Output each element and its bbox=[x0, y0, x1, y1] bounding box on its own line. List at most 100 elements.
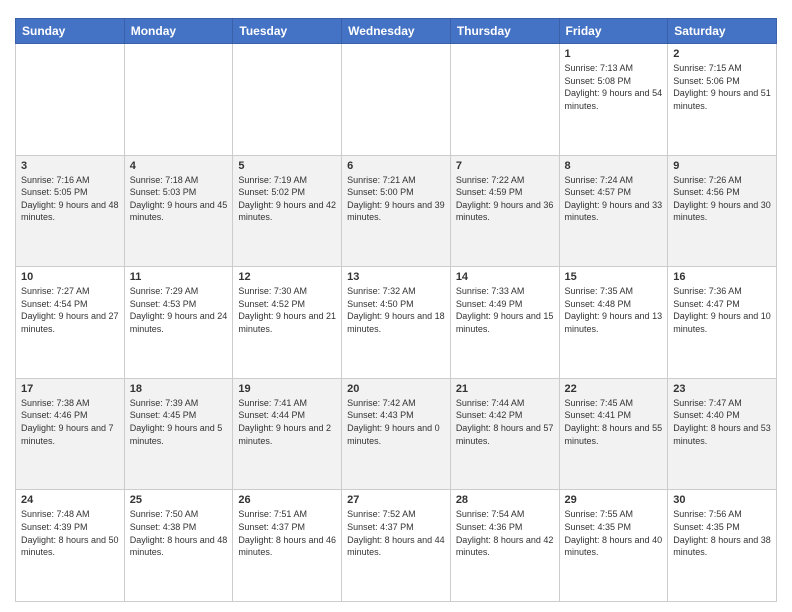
day-cell: 7 Sunrise: 7:22 AM Sunset: 4:59 PM Daylig… bbox=[450, 155, 559, 267]
day-number: 5 bbox=[238, 160, 336, 172]
day-info: Sunrise: 7:29 AM Sunset: 4:53 PM Dayligh… bbox=[130, 285, 228, 335]
day-info: Sunrise: 7:56 AM Sunset: 4:35 PM Dayligh… bbox=[673, 508, 771, 558]
day-number: 12 bbox=[238, 271, 336, 283]
day-info: Sunrise: 7:38 AM Sunset: 4:46 PM Dayligh… bbox=[21, 397, 119, 447]
day-cell: 15 Sunrise: 7:35 AM Sunset: 4:48 PM Dayli… bbox=[559, 267, 668, 379]
day-info: Sunrise: 7:36 AM Sunset: 4:47 PM Dayligh… bbox=[673, 285, 771, 335]
day-cell: 28 Sunrise: 7:54 AM Sunset: 4:36 PM Dayli… bbox=[450, 490, 559, 602]
day-number: 2 bbox=[673, 48, 771, 60]
day-info: Sunrise: 7:24 AM Sunset: 4:57 PM Dayligh… bbox=[565, 174, 663, 224]
day-number: 4 bbox=[130, 160, 228, 172]
day-info: Sunrise: 7:27 AM Sunset: 4:54 PM Dayligh… bbox=[21, 285, 119, 335]
day-cell: 12 Sunrise: 7:30 AM Sunset: 4:52 PM Dayli… bbox=[233, 267, 342, 379]
day-cell: 13 Sunrise: 7:32 AM Sunset: 4:50 PM Dayli… bbox=[342, 267, 451, 379]
day-cell: 20 Sunrise: 7:42 AM Sunset: 4:43 PM Dayli… bbox=[342, 378, 451, 490]
day-info: Sunrise: 7:19 AM Sunset: 5:02 PM Dayligh… bbox=[238, 174, 336, 224]
day-info: Sunrise: 7:16 AM Sunset: 5:05 PM Dayligh… bbox=[21, 174, 119, 224]
day-info: Sunrise: 7:13 AM Sunset: 5:08 PM Dayligh… bbox=[565, 62, 663, 112]
day-cell: 26Sunrise: 7:51 AM Sunset: 4:37 PM Dayli… bbox=[233, 490, 342, 602]
page: General Blue SundayMondayTuesdayWednesda… bbox=[0, 0, 792, 612]
calendar: SundayMondayTuesdayWednesdayThursdayFrid… bbox=[15, 18, 777, 602]
day-info: Sunrise: 7:41 AM Sunset: 4:44 PM Dayligh… bbox=[238, 397, 336, 447]
calendar-header: SundayMondayTuesdayWednesdayThursdayFrid… bbox=[16, 19, 777, 44]
day-cell: 5 Sunrise: 7:19 AM Sunset: 5:02 PM Daylig… bbox=[233, 155, 342, 267]
day-cell: 4 Sunrise: 7:18 AM Sunset: 5:03 PM Daylig… bbox=[124, 155, 233, 267]
day-number: 1 bbox=[565, 48, 663, 60]
day-info: Sunrise: 7:45 AM Sunset: 4:41 PM Dayligh… bbox=[565, 397, 663, 447]
day-info: Sunrise: 7:30 AM Sunset: 4:52 PM Dayligh… bbox=[238, 285, 336, 335]
day-cell bbox=[124, 44, 233, 156]
day-cell: 1 Sunrise: 7:13 AM Sunset: 5:08 PM Daylig… bbox=[559, 44, 668, 156]
day-cell: 22Sunrise: 7:45 AM Sunset: 4:41 PM Dayli… bbox=[559, 378, 668, 490]
weekday-tuesday: Tuesday bbox=[233, 19, 342, 44]
day-info: Sunrise: 7:15 AM Sunset: 5:06 PM Dayligh… bbox=[673, 62, 771, 112]
day-cell: 10 Sunrise: 7:27 AM Sunset: 4:54 PM Dayli… bbox=[16, 267, 125, 379]
day-number: 30 bbox=[673, 494, 771, 506]
day-number: 11 bbox=[130, 271, 228, 283]
day-number: 23 bbox=[673, 383, 771, 395]
day-number: 29 bbox=[565, 494, 663, 506]
calendar-body: 1 Sunrise: 7:13 AM Sunset: 5:08 PM Daylig… bbox=[16, 44, 777, 602]
day-number: 20 bbox=[347, 383, 445, 395]
day-info: Sunrise: 7:52 AM Sunset: 4:37 PM Dayligh… bbox=[347, 508, 445, 558]
weekday-wednesday: Wednesday bbox=[342, 19, 451, 44]
day-cell: 14 Sunrise: 7:33 AM Sunset: 4:49 PM Dayli… bbox=[450, 267, 559, 379]
week-row-3: 17 Sunrise: 7:38 AM Sunset: 4:46 PM Dayli… bbox=[16, 378, 777, 490]
day-cell: 9 Sunrise: 7:26 AM Sunset: 4:56 PM Daylig… bbox=[668, 155, 777, 267]
day-number: 25 bbox=[130, 494, 228, 506]
day-info: Sunrise: 7:55 AM Sunset: 4:35 PM Dayligh… bbox=[565, 508, 663, 558]
weekday-monday: Monday bbox=[124, 19, 233, 44]
day-number: 21 bbox=[456, 383, 554, 395]
day-number: 16 bbox=[673, 271, 771, 283]
day-info: Sunrise: 7:22 AM Sunset: 4:59 PM Dayligh… bbox=[456, 174, 554, 224]
day-number: 24 bbox=[21, 494, 119, 506]
weekday-friday: Friday bbox=[559, 19, 668, 44]
weekday-saturday: Saturday bbox=[668, 19, 777, 44]
day-cell bbox=[233, 44, 342, 156]
day-cell: 18Sunrise: 7:39 AM Sunset: 4:45 PM Dayli… bbox=[124, 378, 233, 490]
day-number: 28 bbox=[456, 494, 554, 506]
day-number: 17 bbox=[21, 383, 119, 395]
week-row-1: 3Sunrise: 7:16 AM Sunset: 5:05 PM Daylig… bbox=[16, 155, 777, 267]
day-number: 9 bbox=[673, 160, 771, 172]
day-cell bbox=[342, 44, 451, 156]
day-info: Sunrise: 7:50 AM Sunset: 4:38 PM Dayligh… bbox=[130, 508, 228, 558]
day-info: Sunrise: 7:18 AM Sunset: 5:03 PM Dayligh… bbox=[130, 174, 228, 224]
day-number: 6 bbox=[347, 160, 445, 172]
day-info: Sunrise: 7:54 AM Sunset: 4:36 PM Dayligh… bbox=[456, 508, 554, 558]
week-row-0: 1 Sunrise: 7:13 AM Sunset: 5:08 PM Daylig… bbox=[16, 44, 777, 156]
day-cell: 29 Sunrise: 7:55 AM Sunset: 4:35 PM Dayli… bbox=[559, 490, 668, 602]
day-cell: 3Sunrise: 7:16 AM Sunset: 5:05 PM Daylig… bbox=[16, 155, 125, 267]
day-cell: 19 Sunrise: 7:41 AM Sunset: 4:44 PM Dayli… bbox=[233, 378, 342, 490]
day-number: 27 bbox=[347, 494, 445, 506]
day-number: 10 bbox=[21, 271, 119, 283]
day-cell bbox=[16, 44, 125, 156]
day-info: Sunrise: 7:51 AM Sunset: 4:37 PM Dayligh… bbox=[238, 508, 336, 558]
day-number: 14 bbox=[456, 271, 554, 283]
day-info: Sunrise: 7:32 AM Sunset: 4:50 PM Dayligh… bbox=[347, 285, 445, 335]
day-cell: 17 Sunrise: 7:38 AM Sunset: 4:46 PM Dayli… bbox=[16, 378, 125, 490]
day-cell: 16 Sunrise: 7:36 AM Sunset: 4:47 PM Dayli… bbox=[668, 267, 777, 379]
day-number: 7 bbox=[456, 160, 554, 172]
day-number: 18 bbox=[130, 383, 228, 395]
day-info: Sunrise: 7:26 AM Sunset: 4:56 PM Dayligh… bbox=[673, 174, 771, 224]
day-cell: 2 Sunrise: 7:15 AM Sunset: 5:06 PM Daylig… bbox=[668, 44, 777, 156]
day-cell: 24Sunrise: 7:48 AM Sunset: 4:39 PM Dayli… bbox=[16, 490, 125, 602]
day-info: Sunrise: 7:42 AM Sunset: 4:43 PM Dayligh… bbox=[347, 397, 445, 447]
day-number: 15 bbox=[565, 271, 663, 283]
day-cell: 23Sunrise: 7:47 AM Sunset: 4:40 PM Dayli… bbox=[668, 378, 777, 490]
day-number: 13 bbox=[347, 271, 445, 283]
day-cell bbox=[450, 44, 559, 156]
day-cell: 21Sunrise: 7:44 AM Sunset: 4:42 PM Dayli… bbox=[450, 378, 559, 490]
weekday-sunday: Sunday bbox=[16, 19, 125, 44]
day-info: Sunrise: 7:33 AM Sunset: 4:49 PM Dayligh… bbox=[456, 285, 554, 335]
weekday-header-row: SundayMondayTuesdayWednesdayThursdayFrid… bbox=[16, 19, 777, 44]
week-row-4: 24Sunrise: 7:48 AM Sunset: 4:39 PM Dayli… bbox=[16, 490, 777, 602]
day-cell: 27 Sunrise: 7:52 AM Sunset: 4:37 PM Dayli… bbox=[342, 490, 451, 602]
day-cell: 25 Sunrise: 7:50 AM Sunset: 4:38 PM Dayli… bbox=[124, 490, 233, 602]
day-cell: 8Sunrise: 7:24 AM Sunset: 4:57 PM Daylig… bbox=[559, 155, 668, 267]
weekday-thursday: Thursday bbox=[450, 19, 559, 44]
day-number: 19 bbox=[238, 383, 336, 395]
day-info: Sunrise: 7:35 AM Sunset: 4:48 PM Dayligh… bbox=[565, 285, 663, 335]
day-cell: 6Sunrise: 7:21 AM Sunset: 5:00 PM Daylig… bbox=[342, 155, 451, 267]
